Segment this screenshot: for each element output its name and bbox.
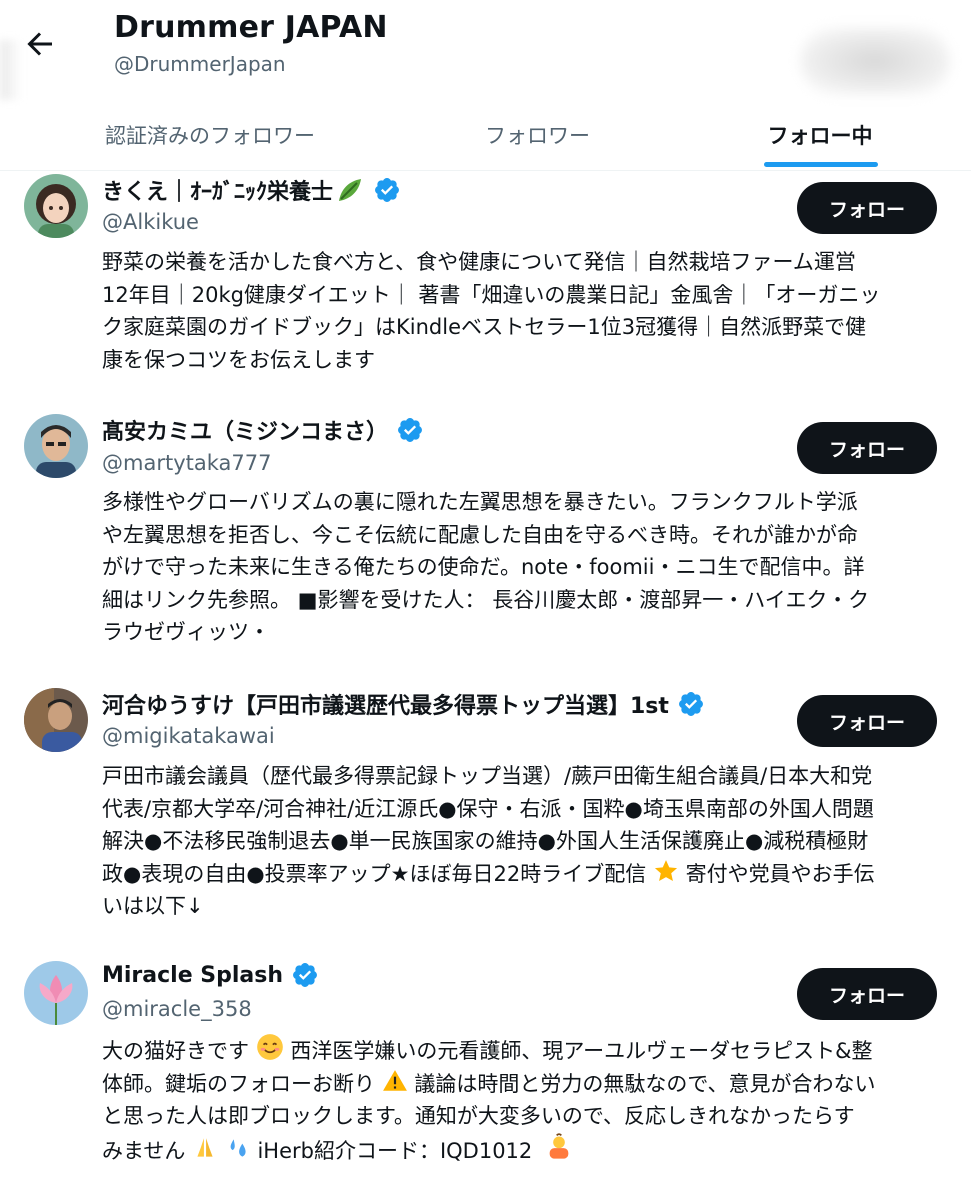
bio-text: iHerb紹介コード：IQD1012 bbox=[257, 1138, 533, 1163]
user-handle: @miracle_358 bbox=[102, 997, 252, 1021]
blurred-region bbox=[800, 28, 950, 94]
follow-button[interactable]: フォロー bbox=[797, 422, 937, 474]
avatar[interactable] bbox=[24, 174, 88, 238]
back-arrow-icon[interactable] bbox=[22, 26, 58, 62]
follow-button[interactable]: フォロー bbox=[797, 968, 937, 1020]
bio-line: と思った人は即ブロックします。通知が大変多いので、反応しきれなかったらす bbox=[102, 1104, 855, 1128]
bio-text: 大の猫好きです bbox=[102, 1039, 249, 1063]
user-handle: @migikatakawai bbox=[102, 724, 275, 748]
tab-followers[interactable]: フォロワー bbox=[380, 100, 695, 170]
avatar[interactable] bbox=[24, 414, 88, 478]
follow-button[interactable]: フォロー bbox=[797, 182, 937, 234]
user-bio: 大の猫好きです 西洋医学嫌いの元看護師、現アーユルヴェーダセラピスト&整 体師。… bbox=[102, 1033, 947, 1167]
bio-line: がけで守った未来に生きる俺たちの使命だ。note・foomii・ニコ生で配信中。… bbox=[102, 555, 865, 579]
profile-handle: @DrummerJapan bbox=[114, 52, 286, 76]
bio-line: 野菜の栄養を活かした食べ方と、食や健康について発信｜自然栽培ファーム運営 bbox=[102, 250, 856, 274]
bio-line: いは以下↓ bbox=[102, 894, 204, 918]
user-name[interactable]: 髙安カミユ（ミジンコまさ） bbox=[102, 414, 388, 446]
top-header: Drummer JAPAN @DrummerJapan 認証済みのフォロワー フ… bbox=[0, 0, 971, 171]
bio-text: 政●表現の自由●投票率アップ★ほぼ毎日22時ライブ配信 bbox=[102, 861, 647, 886]
tab-bar: 認証済みのフォロワー フォロワー フォロー中 bbox=[0, 100, 971, 170]
bio-line: 細はリンク先参照。 ■影響を受けた人： 長谷川慶太郎・渡部昇一・ハイエク・ク bbox=[102, 587, 870, 612]
bio-line: ラウゼヴィッツ・ bbox=[102, 620, 270, 644]
verified-badge-icon bbox=[293, 963, 317, 987]
bio-text: みません bbox=[102, 1138, 186, 1163]
bio-line: 体師。鍵垢のフォローお断り 議論は時間と労力の無駄なので、意見が合わない bbox=[102, 1068, 947, 1101]
active-tab-indicator bbox=[764, 162, 878, 167]
user-name[interactable]: Miracle Splash bbox=[102, 963, 283, 988]
bio-line: 12年目｜20kg健康ダイエット｜ 著書「畑違いの農業日記」金風舎｜「オーガニッ bbox=[102, 282, 881, 307]
verified-badge-icon bbox=[678, 692, 703, 716]
user-name-row: 河合ゆうすけ【戸田市議選歴代最多得票トップ当選】1st bbox=[102, 688, 705, 720]
leafy-green-icon bbox=[339, 179, 362, 201]
verified-badge-icon bbox=[398, 418, 422, 442]
bio-text: 寄付や党員やお手伝 bbox=[685, 861, 875, 886]
avatar[interactable] bbox=[24, 688, 88, 752]
bio-line: 多様性やグローバリズムの裏に隠れた左翼思想を暴きたい。フランクフルト学派 bbox=[102, 490, 858, 514]
person-bowing-icon bbox=[549, 1132, 569, 1159]
blurred-region bbox=[0, 40, 22, 100]
user-name-row: Miracle Splash bbox=[102, 961, 319, 989]
bio-text: 西洋医学嫌いの元看護師、現アーユルヴェーダセラピスト&整 bbox=[290, 1039, 873, 1063]
star-icon bbox=[654, 859, 677, 881]
bio-line: ク家庭菜園のガイドブック」はKindleベストセラー1位3冠獲得｜自然派野菜で健 bbox=[102, 315, 867, 339]
bio-line: 大の猫好きです 西洋医学嫌いの元看護師、現アーユルヴェーダセラピスト&整 bbox=[102, 1033, 947, 1068]
smiling-face-icon bbox=[256, 1034, 283, 1060]
bio-line: みません iHerb紹介コード：IQD1012 bbox=[102, 1132, 947, 1168]
tab-verified-followers[interactable]: 認証済みのフォロワー bbox=[40, 100, 380, 170]
avatar[interactable] bbox=[24, 961, 88, 1025]
user-handle: @martytaka777 bbox=[102, 451, 272, 475]
bio-line: 戸田市議会議員（歴代最多得票記録トップ当選）/蕨戸田衛生組合議員/日本大和党 bbox=[102, 764, 873, 788]
user-handle: @Alkikue bbox=[102, 210, 199, 234]
sweat-droplets-icon bbox=[230, 1138, 246, 1157]
user-name[interactable]: きくえ｜ｵｰｶﾞﾆｯｸ栄養士 bbox=[102, 174, 333, 206]
bio-line: 康を保つコツをお伝えします bbox=[102, 347, 375, 372]
follow-button[interactable]: フォロー bbox=[797, 695, 937, 747]
bio-line: 政●表現の自由●投票率アップ★ほぼ毎日22時ライブ配信 寄付や党員やお手伝 bbox=[102, 858, 947, 891]
bio-line: 代表/京都大学卒/河合神社/近江源氏●保守・右派・国粋●埼玉県南部の外国人問題 bbox=[102, 796, 874, 821]
user-name-row: きくえ｜ｵｰｶﾞﾆｯｸ栄養士 bbox=[102, 174, 401, 206]
user-bio: 戸田市議会議員（歴代最多得票記録トップ当選）/蕨戸田衛生組合議員/日本大和党 代… bbox=[102, 760, 947, 923]
bio-text: 体師。鍵垢のフォローお断り bbox=[102, 1071, 375, 1096]
folded-hands-icon bbox=[197, 1137, 213, 1157]
profile-title: Drummer JAPAN bbox=[114, 10, 388, 45]
user-bio: 野菜の栄養を活かした食べ方と、食や健康について発信｜自然栽培ファーム運営 12年… bbox=[102, 246, 947, 376]
verified-badge-icon bbox=[375, 178, 399, 202]
bio-line: や左翼思想を拒否し、今こそ伝統に配慮した自由を守るべき時。それが誰かが命 bbox=[102, 522, 858, 547]
bio-text: 議論は時間と労力の無駄なので、意見が合わない bbox=[414, 1071, 876, 1096]
tab-following[interactable]: フォロー中 bbox=[695, 100, 945, 170]
user-name-row: 髙安カミユ（ミジンコまさ） bbox=[102, 414, 424, 446]
user-bio: 多様性やグローバリズムの裏に隠れた左翼思想を暴きたい。フランクフルト学派 や左翼… bbox=[102, 486, 947, 649]
user-name[interactable]: 河合ゆうすけ【戸田市議選歴代最多得票トップ当選】1st bbox=[102, 688, 669, 720]
warning-icon bbox=[382, 1069, 407, 1091]
bio-line: 解決●不法移民強制退去●単一民族国家の維持●外国人生活保護廃止●減税積極財 bbox=[102, 829, 869, 853]
